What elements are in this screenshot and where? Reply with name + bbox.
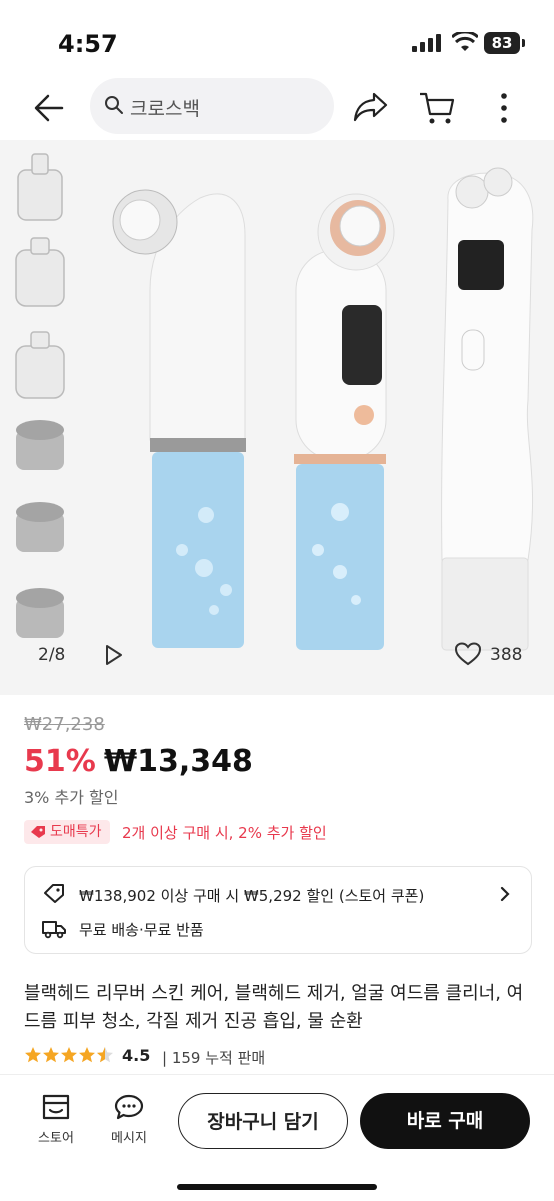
play-icon[interactable] [104, 644, 124, 666]
coupon-benefit: ₩138,902 이상 구매 시 ₩5,292 할인 (스토어 쿠폰) [79, 887, 425, 905]
product-image [15, 153, 534, 651]
sale-price: ₩13,348 [104, 744, 253, 779]
top-nav: 크로스백 [0, 78, 554, 138]
back-arrow-icon[interactable] [30, 90, 70, 126]
more-icon[interactable] [492, 90, 516, 126]
home-indicator [177, 1184, 377, 1190]
search-icon [105, 96, 123, 114]
status-bar: 4:57 83 [0, 0, 554, 80]
store-icon [42, 1094, 70, 1120]
store-label: 스토어 [38, 1131, 74, 1146]
message-label: 메시지 [111, 1131, 147, 1146]
chevron-right-icon[interactable] [499, 885, 511, 903]
promo-text: 2개 이상 구매 시, 2% 추가 할인 [122, 824, 327, 842]
image-counter: 2/8 [38, 645, 66, 665]
wifi-icon [452, 32, 478, 51]
bottom-action-bar: 스토어 메시지 장바구니 담기 바로 구매 [0, 1074, 554, 1201]
rating-stars [25, 1047, 113, 1063]
add-to-cart-button[interactable]: 장바구니 담기 [178, 1093, 348, 1149]
battery-indicator: 83 [484, 32, 525, 54]
tag-icon [31, 826, 45, 838]
promo-badge: 도매특가 [24, 820, 110, 844]
heart-icon[interactable] [454, 642, 482, 666]
status-time: 4:57 [58, 30, 118, 58]
truck-icon [42, 921, 66, 939]
benefits-box[interactable]: ₩138,902 이상 구매 시 ₩5,292 할인 (스토어 쿠폰) 무료 배… [24, 866, 532, 954]
cart-icon[interactable] [418, 90, 456, 126]
product-title: 블랙헤드 리무버 스킨 케어, 블랙헤드 제거, 얼굴 여드름 클리너, 여드름… [24, 983, 524, 1032]
search-text: 크로스백 [130, 98, 200, 120]
search-bar[interactable]: 크로스백 [90, 78, 334, 134]
promo-badge-label: 도매특가 [50, 824, 102, 840]
discount-percent: 51% [24, 744, 96, 779]
store-button[interactable]: 스토어 [30, 1093, 82, 1146]
original-price: ₩27,238 [24, 714, 105, 735]
coupon-icon [44, 884, 64, 903]
extra-discount: 3% 추가 할인 [24, 788, 119, 807]
sold-count: | 159 누적 판매 [162, 1049, 266, 1067]
signal-icon [412, 34, 441, 52]
share-icon[interactable] [352, 90, 390, 124]
rating-value: 4.5 [122, 1046, 151, 1065]
likes-count: 388 [490, 645, 523, 665]
shipping-benefit: 무료 배송·무료 반품 [79, 921, 204, 939]
buy-now-button[interactable]: 바로 구매 [360, 1093, 530, 1149]
message-icon [114, 1094, 144, 1120]
message-button[interactable]: 메시지 [102, 1093, 156, 1146]
product-image-gallery[interactable]: 2/8 388 [0, 140, 554, 695]
